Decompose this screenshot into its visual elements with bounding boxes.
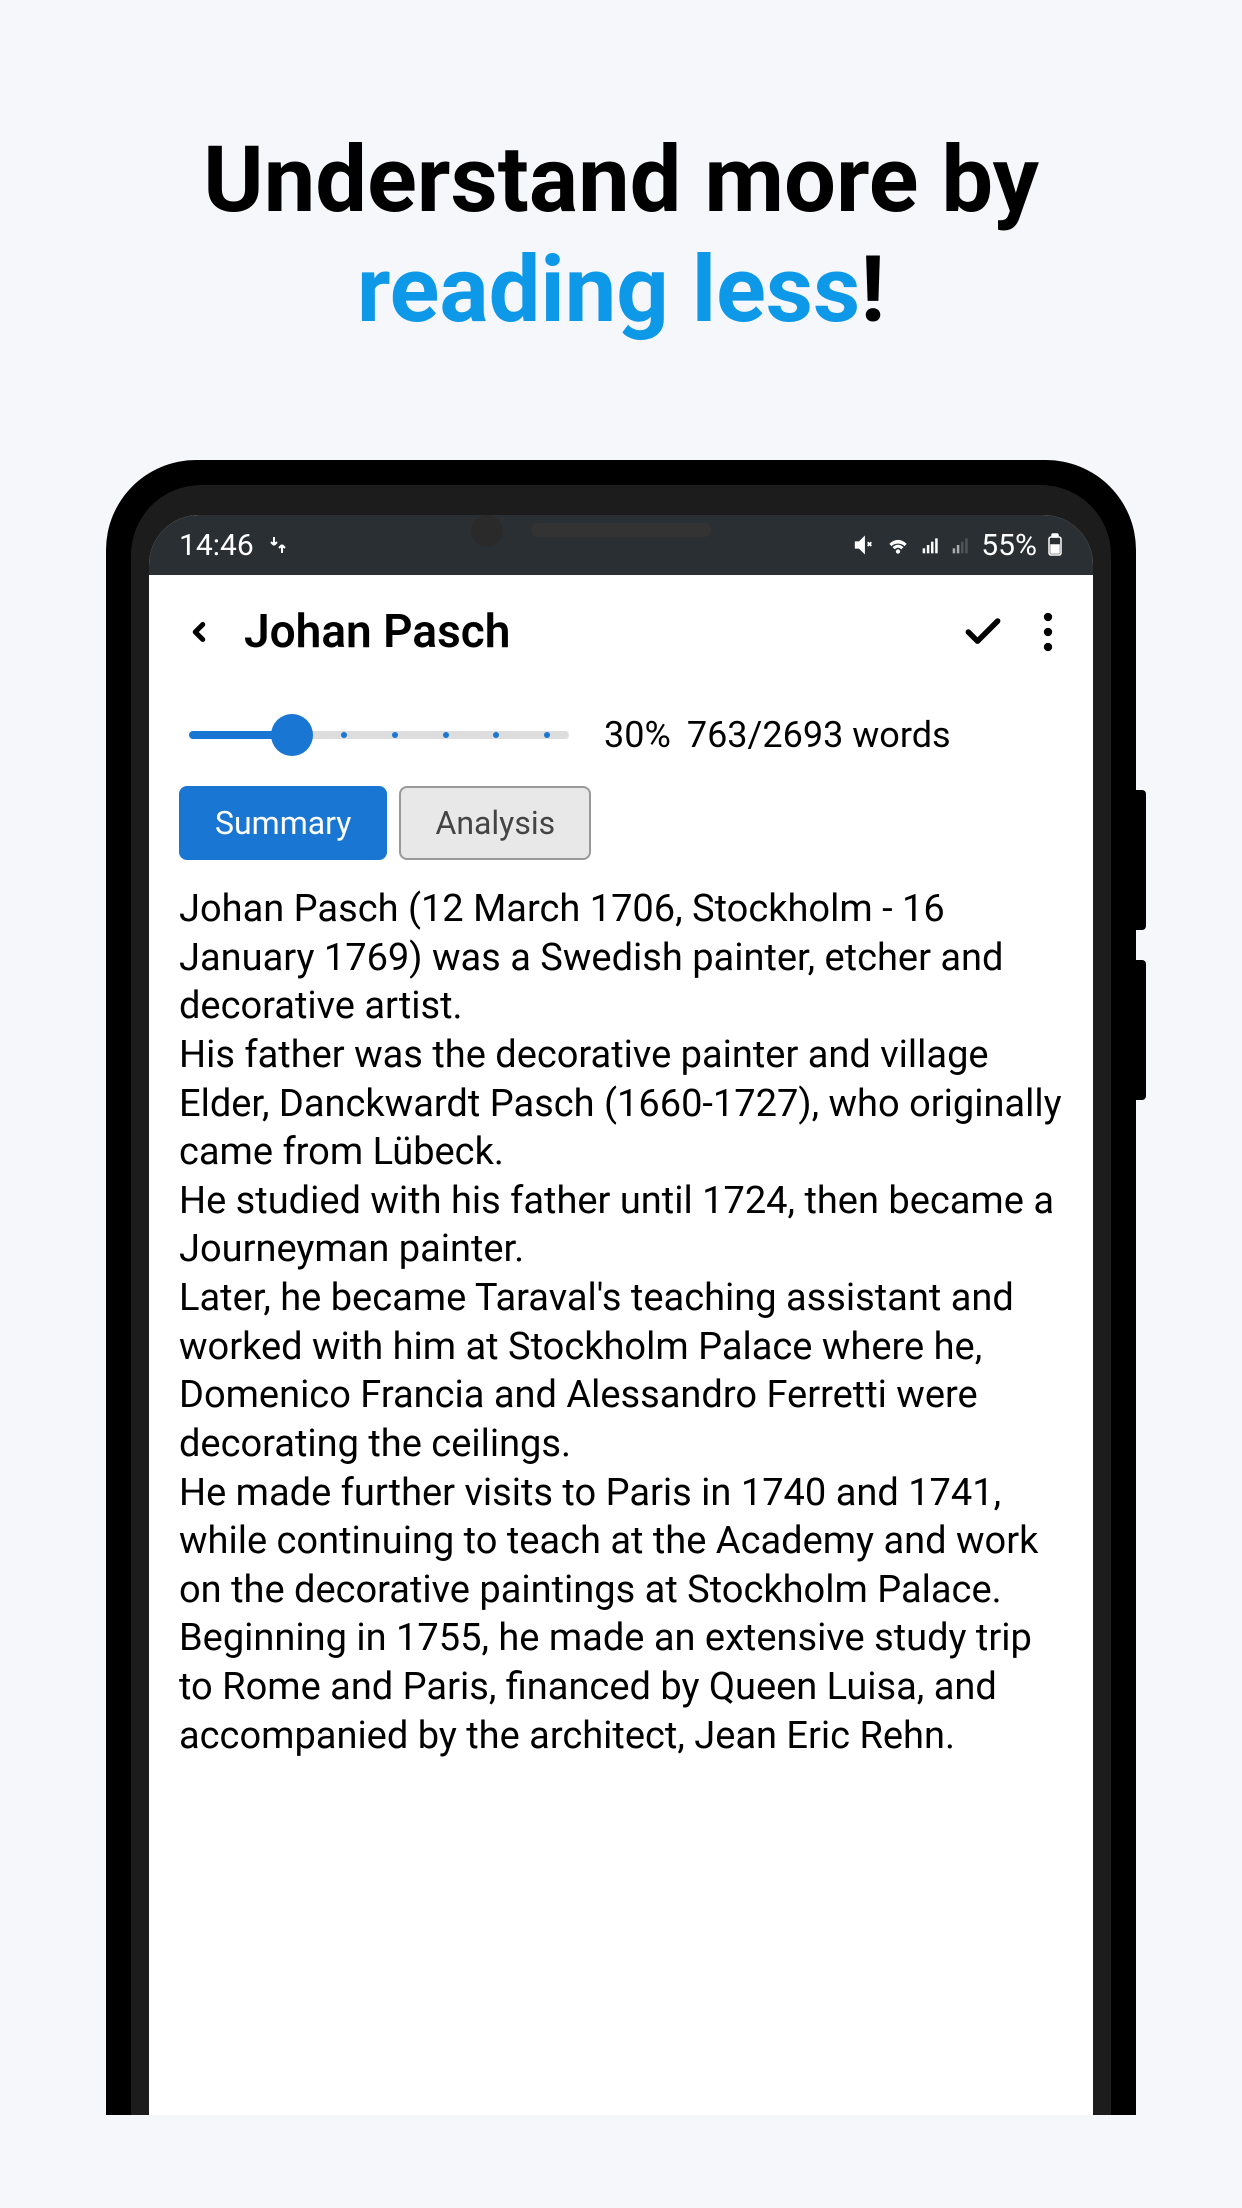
back-button[interactable] — [174, 607, 224, 657]
more-vertical-icon — [1042, 612, 1054, 652]
slider-dots — [341, 732, 550, 738]
slider-dot — [392, 732, 398, 738]
status-time: 14:46 — [179, 528, 254, 563]
status-left: 14:46 — [179, 528, 290, 563]
phone-side-button-1 — [1136, 790, 1146, 930]
summary-text: Johan Pasch (12 March 1706, Stockholm - … — [179, 885, 1063, 1760]
slider-thumb[interactable] — [271, 714, 313, 756]
summary-paragraph: Beginning in 1755, he made an extensive … — [179, 1614, 1063, 1760]
summary-paragraph: His father was the decorative painter an… — [179, 1031, 1063, 1177]
slider-dot — [544, 732, 550, 738]
summary-paragraph: Later, he became Taraval's teaching assi… — [179, 1274, 1063, 1469]
check-icon — [961, 610, 1005, 654]
page-title: Johan Pasch — [244, 605, 938, 659]
chevron-left-icon — [184, 612, 214, 652]
signal-icon-1 — [921, 535, 941, 555]
tagline-line-2-wrapper: reading less! — [0, 231, 1242, 351]
tagline-exclaim: ! — [860, 237, 885, 344]
phone-notch — [531, 523, 711, 537]
slider-info: 30% 763/2693 words — [604, 714, 951, 756]
battery-percent: 55% — [981, 528, 1037, 563]
summary-paragraph: Johan Pasch (12 March 1706, Stockholm - … — [179, 885, 1063, 1031]
confirm-button[interactable] — [958, 607, 1008, 657]
slider-dot — [443, 732, 449, 738]
phone-frame: 14:46 — [106, 460, 1136, 2115]
tab-analysis[interactable]: Analysis — [399, 786, 591, 860]
sync-icon — [266, 533, 290, 557]
battery-icon — [1047, 533, 1063, 557]
summary-slider-row: 30% 763/2693 words — [149, 689, 1093, 786]
phone-side-button-2 — [1136, 960, 1146, 1100]
word-count: 763/2693 words — [687, 714, 951, 756]
slider-dot — [341, 732, 347, 738]
summary-percent: 30% — [604, 714, 671, 756]
phone-camera — [471, 515, 503, 547]
app-header: Johan Pasch — [149, 575, 1093, 689]
mute-icon — [853, 534, 875, 556]
phone-inner: 14:46 — [131, 485, 1111, 2115]
tabs-row: Summary Analysis — [149, 786, 1093, 885]
summary-length-slider[interactable] — [189, 715, 569, 755]
content-area[interactable]: Johan Pasch (12 March 1706, Stockholm - … — [149, 885, 1093, 1760]
slider-dot — [493, 732, 499, 738]
tab-summary[interactable]: Summary — [179, 786, 387, 860]
tagline-line-1: Understand more by — [0, 130, 1242, 231]
summary-paragraph: He made further visits to Paris in 1740 … — [179, 1469, 1063, 1615]
marketing-tagline: Understand more by reading less! — [0, 0, 1242, 431]
wifi-icon — [885, 532, 911, 558]
status-right: 55% — [853, 528, 1063, 563]
signal-icon-2 — [951, 535, 971, 555]
screen: 14:46 — [149, 515, 1093, 2115]
more-options-button[interactable] — [1028, 607, 1068, 657]
tagline-line-2: reading less — [357, 237, 860, 344]
summary-paragraph: He studied with his father until 1724, t… — [179, 1177, 1063, 1274]
